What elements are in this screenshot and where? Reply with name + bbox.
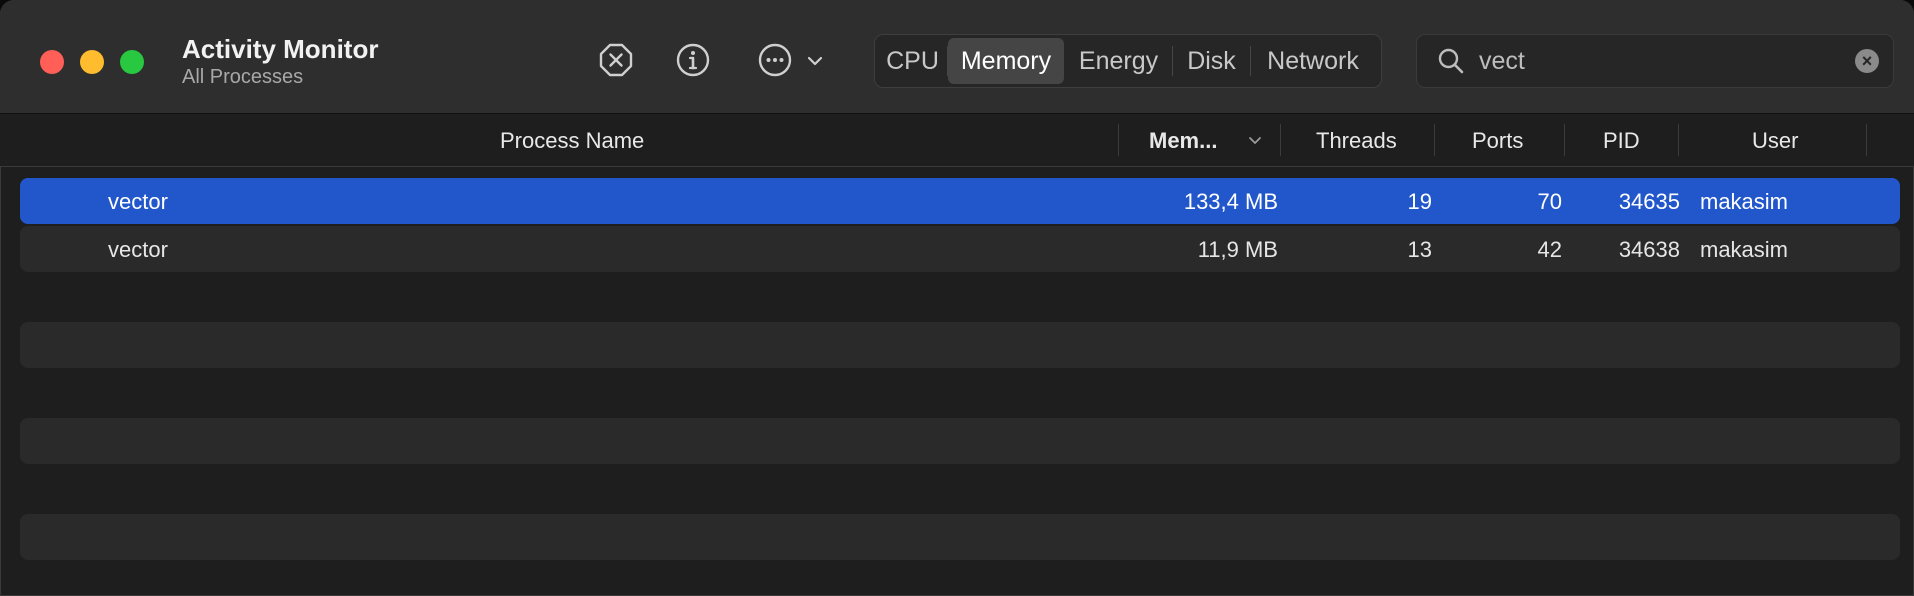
user-cell: makasim: [1700, 189, 1789, 214]
tab-memory[interactable]: Memory: [948, 38, 1064, 84]
empty-row: [20, 322, 1900, 368]
column-process-name[interactable]: Process Name: [500, 128, 644, 154]
tab-disk[interactable]: Disk: [1173, 38, 1250, 84]
column-divider: [1280, 124, 1281, 156]
column-divider: [1564, 124, 1565, 156]
empty-row: [20, 418, 1900, 464]
tab-network[interactable]: Network: [1251, 38, 1375, 84]
column-divider: [1866, 124, 1867, 156]
activity-monitor-window: Activity Monitor All Processes CPU Memor…: [0, 0, 1914, 596]
stop-process-icon: [599, 43, 633, 77]
clear-search-icon[interactable]: ×: [1855, 49, 1879, 73]
close-window-button[interactable]: [40, 50, 64, 74]
pid-cell: 34638: [1618, 237, 1680, 262]
column-threads[interactable]: Threads: [1316, 128, 1397, 154]
sort-descending-icon[interactable]: [1247, 133, 1263, 149]
ports-cell: 70: [1537, 189, 1562, 214]
maximize-window-button[interactable]: [120, 50, 144, 74]
empty-row: [20, 370, 1900, 416]
chevron-down-icon[interactable]: [806, 52, 824, 70]
memory-cell: 133,4 MB: [1183, 189, 1278, 214]
more-options-icon: [758, 43, 792, 77]
empty-row: [20, 514, 1900, 560]
app-title: Activity Monitor: [182, 34, 379, 64]
table-header: Process Name Mem... Threads Ports PID Us…: [0, 114, 1914, 167]
stop-process-button[interactable]: [598, 42, 634, 78]
column-pid[interactable]: PID: [1603, 128, 1640, 154]
process-name-cell: vector: [108, 237, 168, 262]
empty-row: [20, 466, 1900, 512]
category-tabs: CPU Memory Energy Disk Network: [874, 34, 1382, 88]
column-user[interactable]: User: [1752, 128, 1798, 154]
pid-cell: 34635: [1618, 189, 1680, 214]
column-divider: [1118, 124, 1119, 156]
column-memory[interactable]: Mem...: [1149, 128, 1217, 154]
search-input[interactable]: vect: [1479, 47, 1525, 76]
empty-row: [20, 274, 1900, 320]
threads-cell: 13: [1407, 237, 1432, 262]
info-button[interactable]: [675, 42, 711, 78]
more-options-button[interactable]: [757, 42, 793, 78]
process-name-cell: vector: [108, 189, 168, 214]
search-field[interactable]: vect ×: [1416, 34, 1894, 88]
memory-cell: 11,9 MB: [1197, 237, 1278, 262]
view-subtitle: All Processes: [182, 66, 304, 88]
tab-cpu[interactable]: CPU: [878, 38, 947, 84]
tab-energy[interactable]: Energy: [1065, 38, 1172, 84]
table-row[interactable]: vector 11,9 MB 13 42 34638 makasim: [20, 226, 1900, 272]
column-ports[interactable]: Ports: [1472, 128, 1523, 154]
toolbar: Activity Monitor All Processes CPU Memor…: [0, 0, 1914, 114]
search-icon: [1438, 48, 1464, 74]
threads-cell: 19: [1407, 189, 1432, 214]
column-divider: [1434, 124, 1435, 156]
user-cell: makasim: [1700, 237, 1789, 262]
info-icon: [676, 43, 710, 77]
ports-cell: 42: [1537, 237, 1562, 262]
minimize-window-button[interactable]: [80, 50, 104, 74]
table-row-selected[interactable]: vector 133,4 MB 19 70 34635 makasim: [20, 178, 1900, 224]
column-divider: [1678, 124, 1679, 156]
